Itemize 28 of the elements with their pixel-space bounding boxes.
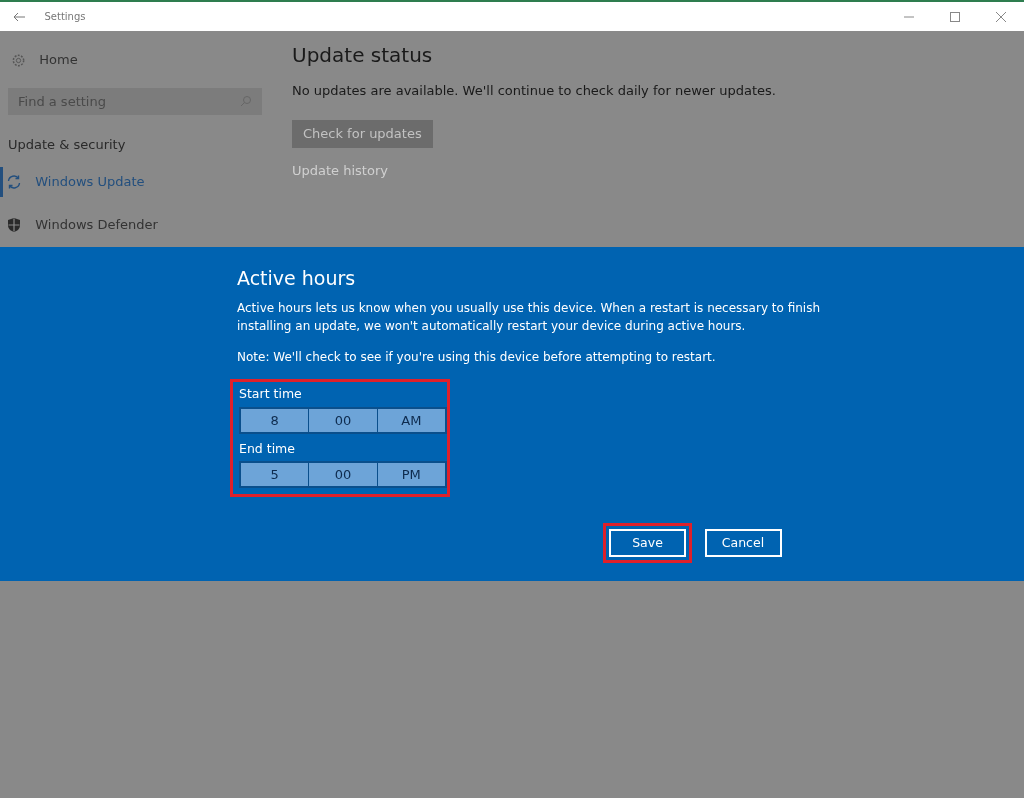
maximize-icon (950, 12, 960, 22)
period-field[interactable]: AM (377, 408, 445, 432)
cancel-button[interactable]: Cancel (704, 529, 782, 558)
dialog-note: Note: We'll check to see if you're using this device before attempting to restart. (237, 348, 717, 366)
time-picker[interactable]: 8 00 AM (239, 406, 447, 434)
minute-field[interactable]: 00 (309, 408, 378, 432)
dialog-title: Active hours (237, 267, 357, 290)
time-label: End time (239, 439, 296, 458)
close-icon (996, 12, 1006, 22)
window-title: Settings (44, 10, 86, 24)
nav-item[interactable]: Windows Defender (0, 210, 262, 240)
shield-icon (6, 217, 23, 233)
minute-field[interactable]: 00 (309, 463, 378, 487)
page-heading: Update status (292, 43, 434, 67)
settings-icon (11, 52, 27, 68)
time-label: Start time (239, 384, 303, 403)
dialog-description: Active hours lets us know when you usually use this device. When a restart is necessary to finish installing an update, we won't automatically restart your device during active hours. (237, 299, 822, 335)
hour-field[interactable]: 8 (241, 408, 310, 432)
status-message: No updates are available. We'll continue to check daily for newer updates. (292, 82, 776, 100)
period-field[interactable]: PM (377, 463, 445, 487)
save-button[interactable]: Save (609, 529, 686, 558)
time-picker[interactable]: 5 00 PM (239, 461, 447, 489)
home-link[interactable]: Home (39, 50, 78, 70)
sync-icon (6, 174, 23, 190)
check-updates-button[interactable]: Check for updates (292, 120, 433, 148)
section-heading: Update & security (8, 135, 127, 154)
back-icon[interactable] (13, 11, 25, 22)
hour-field[interactable]: 5 (241, 463, 310, 487)
